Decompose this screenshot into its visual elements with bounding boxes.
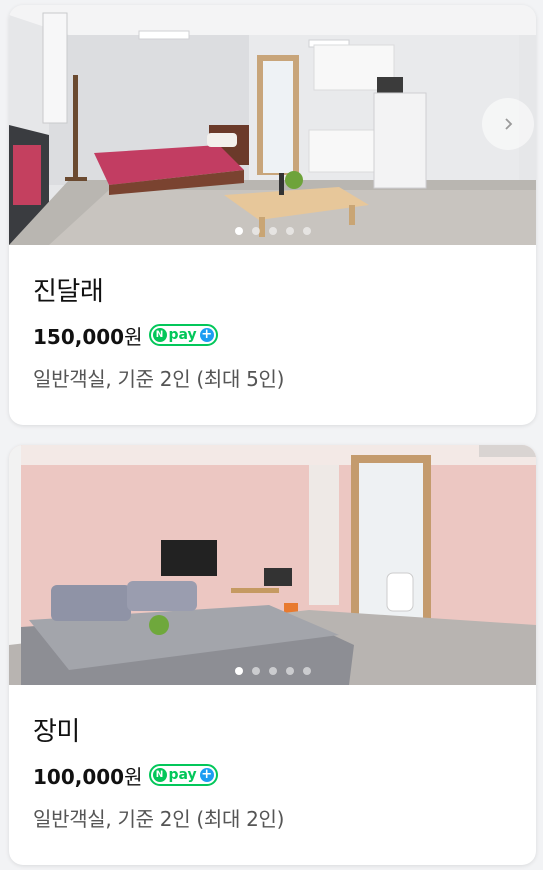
room-photo-carousel[interactable] bbox=[9, 445, 536, 685]
pagination-dot[interactable] bbox=[268, 667, 277, 675]
npay-label: pay bbox=[168, 327, 197, 343]
pagination-dot[interactable] bbox=[268, 227, 277, 235]
npay-badge: N pay + bbox=[148, 764, 218, 786]
photo-pagination bbox=[9, 667, 536, 675]
pagination-dot[interactable] bbox=[302, 227, 311, 235]
room-card[interactable]: 진달래 150,000원 N pay + 일반객실, 기준 2인 (최대 5인) bbox=[9, 5, 536, 425]
pagination-dot[interactable] bbox=[234, 227, 243, 235]
pagination-dot[interactable] bbox=[251, 227, 260, 235]
pagination-dot[interactable] bbox=[285, 227, 294, 235]
npay-plus-icon: + bbox=[199, 767, 214, 782]
npay-label: pay bbox=[168, 767, 197, 783]
npay-n-icon: N bbox=[152, 328, 167, 342]
room-description: 일반객실, 기준 2인 (최대 5인) bbox=[33, 367, 285, 391]
room-price: 100,000원 bbox=[33, 764, 143, 789]
npay-n-icon: N bbox=[152, 768, 167, 782]
chevron-right-icon bbox=[505, 118, 513, 130]
room-photo bbox=[9, 445, 536, 685]
room-photo-carousel[interactable] bbox=[9, 5, 536, 245]
next-photo-button[interactable] bbox=[482, 98, 534, 150]
room-name[interactable]: 장미 bbox=[33, 715, 536, 749]
room-photo bbox=[9, 5, 536, 245]
pagination-dot[interactable] bbox=[285, 667, 294, 675]
room-card[interactable]: 장미 100,000원 N pay + 일반객실, 기준 2인 (최대 2인) bbox=[9, 445, 536, 865]
npay-badge: N pay + bbox=[148, 324, 218, 346]
pagination-dot[interactable] bbox=[251, 667, 260, 675]
photo-pagination bbox=[9, 227, 536, 235]
npay-plus-icon: + bbox=[199, 327, 214, 342]
room-name[interactable]: 진달래 bbox=[33, 275, 536, 309]
pagination-dot[interactable] bbox=[302, 667, 311, 675]
room-description: 일반객실, 기준 2인 (최대 2인) bbox=[33, 807, 285, 831]
pagination-dot[interactable] bbox=[234, 667, 243, 675]
room-price: 150,000원 bbox=[33, 324, 143, 349]
